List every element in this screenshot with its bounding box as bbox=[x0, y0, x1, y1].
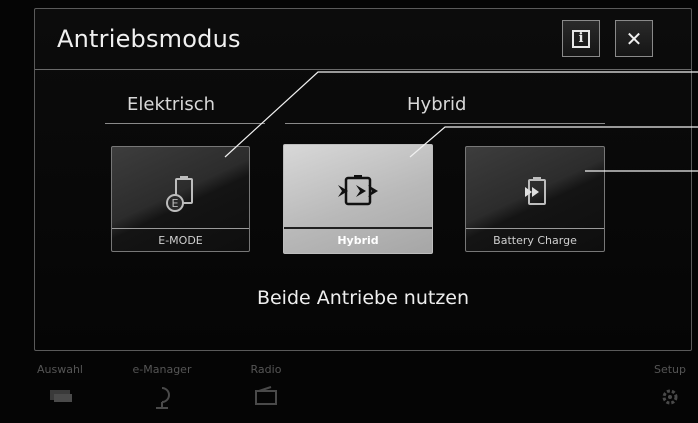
nav-label-setup: Setup bbox=[653, 363, 687, 376]
nav-item-auswahl[interactable]: Auswahl bbox=[30, 355, 90, 406]
settings-gear-icon bbox=[662, 389, 678, 405]
screen: Antriebsmodus i ✕ Elektrisch Hybrid E E-… bbox=[0, 0, 698, 423]
charging-plug-icon bbox=[156, 387, 170, 409]
nav-item-radio[interactable]: Radio bbox=[244, 355, 288, 406]
cars-icon bbox=[50, 390, 72, 402]
nav-label-auswahl: Auswahl bbox=[37, 363, 83, 376]
callout-line-hybrid bbox=[409, 126, 698, 158]
nav-label-e-manager: e-Manager bbox=[132, 363, 192, 376]
callout-line-emode bbox=[224, 71, 698, 158]
radio-icon bbox=[255, 386, 277, 405]
bottom-navigation: Auswahl e-Manager Radio Setup bbox=[0, 355, 698, 423]
nav-item-e-manager[interactable]: e-Manager bbox=[124, 355, 200, 410]
nav-label-radio: Radio bbox=[250, 363, 282, 376]
nav-item-setup[interactable]: Setup bbox=[646, 355, 694, 408]
